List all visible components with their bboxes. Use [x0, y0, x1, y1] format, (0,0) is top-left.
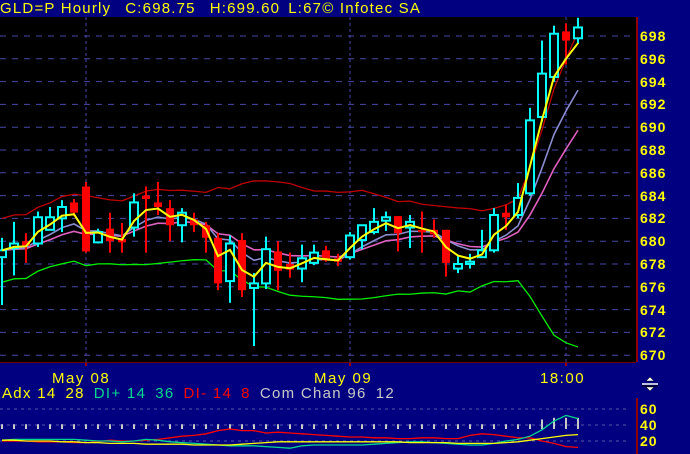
y-tick-label: 674	[640, 301, 667, 318]
y-tick-label: 698	[640, 28, 667, 44]
vendor-copyright: © Infotec SA	[322, 0, 422, 17]
symbol-title: GLD=P Hourly	[0, 0, 112, 17]
resize-cursor-icon[interactable]	[641, 377, 659, 391]
candle-body-down	[70, 202, 78, 213]
diminus-line	[2, 428, 579, 449]
comchan-label: Com Chan 96	[259, 385, 367, 402]
price-plot-area	[0, 17, 636, 362]
adx-label: Adx 14	[2, 385, 57, 402]
x-label-1800: 18:00	[540, 370, 586, 387]
low-value: L:67	[288, 0, 323, 17]
candle-body-down	[214, 237, 222, 284]
y-tick-label: 696	[640, 50, 667, 67]
close-value: C:698.75	[125, 0, 196, 17]
ind-tick-20: 20	[640, 433, 658, 449]
x-label-may08: May 08	[52, 370, 111, 387]
y-tick-label: 670	[640, 347, 667, 364]
comchan-value: 12	[375, 385, 395, 402]
candle-body-down	[562, 31, 570, 41]
x-label-may09: May 09	[314, 370, 373, 387]
candle-body-up	[249, 282, 259, 289]
ind-tick-60: 60	[640, 401, 658, 417]
y-tick-label: 678	[640, 256, 667, 272]
candle-body-down	[82, 186, 90, 252]
high-value: H:699.60	[209, 0, 281, 17]
y-tick-label: 690	[640, 119, 667, 136]
candle-body-down	[502, 212, 510, 218]
candle-body-up	[549, 32, 559, 79]
y-tick-label: 682	[640, 210, 667, 227]
candle-body-down	[394, 216, 402, 234]
y-tick-label: 694	[640, 73, 667, 90]
candle-body-up	[381, 216, 391, 222]
y-tick-label: 686	[640, 164, 667, 181]
y-tick-label: 672	[640, 324, 667, 341]
candle-body-down	[142, 195, 150, 200]
candle-body-up	[573, 26, 583, 40]
y-tick-label: 692	[640, 96, 667, 113]
y-tick-label: 676	[640, 278, 667, 295]
chart-window: GLD=P Hourly C:698.75 H:699.60 L:67© Infote…	[0, 0, 690, 454]
ind-tick-40: 40	[640, 417, 658, 433]
chart-header: GLD=P Hourly C:698.75 H:699.60 L:67© Infote…	[0, 0, 690, 17]
candle-body-up	[465, 260, 475, 266]
diplus-label: DI+ 14	[93, 385, 147, 402]
indicator-legend: Adx 14 28 DI+ 14 36 DI- 14 8 Com Chan 96 12	[2, 386, 404, 401]
diplus-value: 36	[155, 385, 175, 402]
diminus-label: DI- 14	[183, 385, 233, 402]
candle-body-up	[0, 249, 7, 259]
candle-body-up	[453, 263, 463, 270]
y-tick-label: 684	[640, 187, 667, 204]
y-tick-label: 688	[640, 142, 667, 158]
adx-value: 28	[65, 385, 85, 402]
candle-body-down	[154, 202, 162, 207]
y-tick-label: 680	[640, 233, 667, 250]
diminus-value: 8	[241, 385, 251, 402]
